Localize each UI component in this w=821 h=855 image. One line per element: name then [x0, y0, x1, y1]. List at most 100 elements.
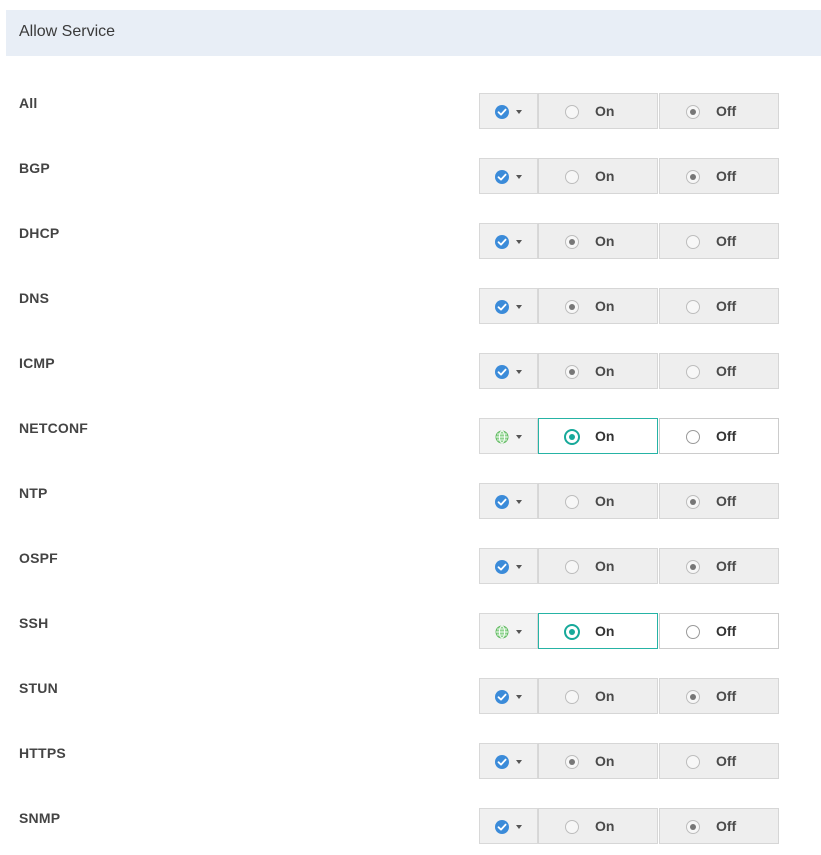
radio-button[interactable] — [686, 820, 700, 834]
scope-dropdown[interactable] — [479, 223, 538, 259]
chevron-down-icon — [516, 305, 522, 309]
service-row-dhcp: DHCP On Off — [0, 205, 821, 270]
radio-button[interactable] — [686, 690, 700, 704]
on-option[interactable]: On — [538, 678, 658, 714]
service-toggle-ssh: On Off — [479, 613, 779, 649]
radio-button[interactable] — [686, 170, 700, 184]
chevron-down-icon — [516, 370, 522, 374]
scope-dropdown[interactable] — [479, 613, 538, 649]
check-circle-icon — [495, 820, 509, 834]
on-option-label: On — [595, 168, 615, 184]
scope-dropdown[interactable] — [479, 548, 538, 584]
radio-button[interactable] — [686, 755, 700, 769]
off-option[interactable]: Off — [659, 548, 779, 584]
radio-button[interactable] — [564, 429, 580, 445]
service-toggle-stun: On Off — [479, 678, 779, 714]
section-title: Allow Service — [19, 23, 116, 40]
scope-dropdown[interactable] — [479, 678, 538, 714]
service-label: SSH — [19, 615, 49, 631]
on-option[interactable]: On — [538, 613, 658, 649]
chevron-down-icon — [516, 240, 522, 244]
on-option[interactable]: On — [538, 743, 658, 779]
service-toggle-netconf: On Off — [479, 418, 779, 454]
on-option[interactable]: On — [538, 483, 658, 519]
on-option-label: On — [595, 298, 615, 314]
off-option[interactable]: Off — [659, 678, 779, 714]
radio-button[interactable] — [686, 625, 700, 639]
off-option-label: Off — [716, 493, 737, 509]
radio-button[interactable] — [565, 300, 579, 314]
scope-dropdown[interactable] — [479, 743, 538, 779]
on-option[interactable]: On — [538, 158, 658, 194]
scope-dropdown[interactable] — [479, 288, 538, 324]
radio-button[interactable] — [686, 365, 700, 379]
on-option[interactable]: On — [538, 548, 658, 584]
on-option[interactable]: On — [538, 223, 658, 259]
radio-button[interactable] — [564, 624, 580, 640]
scope-dropdown[interactable] — [479, 353, 538, 389]
service-row-https: HTTPS On Off — [0, 725, 821, 790]
radio-button[interactable] — [686, 495, 700, 509]
chevron-down-icon — [516, 435, 522, 439]
section-header: Allow Service — [6, 10, 821, 56]
service-label: All — [19, 95, 38, 111]
on-option[interactable]: On — [538, 93, 658, 129]
on-option[interactable]: On — [538, 353, 658, 389]
radio-button[interactable] — [565, 690, 579, 704]
globe-icon — [495, 430, 509, 444]
on-option[interactable]: On — [538, 418, 658, 454]
service-label: NETCONF — [19, 420, 89, 436]
service-label: BGP — [19, 160, 50, 176]
scope-dropdown[interactable] — [479, 158, 538, 194]
service-label: SNMP — [19, 810, 61, 826]
globe-icon — [495, 625, 509, 639]
radio-button[interactable] — [686, 560, 700, 574]
scope-dropdown[interactable] — [479, 418, 538, 454]
chevron-down-icon — [516, 500, 522, 504]
off-option[interactable]: Off — [659, 353, 779, 389]
off-option[interactable]: Off — [659, 93, 779, 129]
radio-button[interactable] — [565, 235, 579, 249]
radio-button[interactable] — [565, 105, 579, 119]
service-toggle-https: On Off — [479, 743, 779, 779]
radio-button[interactable] — [565, 170, 579, 184]
radio-button[interactable] — [565, 495, 579, 509]
radio-button[interactable] — [565, 820, 579, 834]
off-option[interactable]: Off — [659, 288, 779, 324]
off-option[interactable]: Off — [659, 808, 779, 844]
on-option[interactable]: On — [538, 808, 658, 844]
off-option[interactable]: Off — [659, 483, 779, 519]
service-row-netconf: NETCONF On Off — [0, 400, 821, 465]
check-circle-icon — [495, 495, 509, 509]
radio-button[interactable] — [686, 300, 700, 314]
scope-dropdown[interactable] — [479, 93, 538, 129]
off-option-label: Off — [716, 688, 737, 704]
scope-dropdown[interactable] — [479, 808, 538, 844]
on-option-label: On — [595, 623, 615, 639]
off-option[interactable]: Off — [659, 743, 779, 779]
on-option-label: On — [595, 753, 615, 769]
radio-button[interactable] — [686, 430, 700, 444]
service-toggle-snmp: On Off — [479, 808, 779, 844]
service-toggle-dns: On Off — [479, 288, 779, 324]
off-option[interactable]: Off — [659, 613, 779, 649]
off-option[interactable]: Off — [659, 223, 779, 259]
on-option-label: On — [595, 233, 615, 249]
radio-button[interactable] — [565, 755, 579, 769]
on-option-label: On — [595, 103, 615, 119]
on-option[interactable]: On — [538, 288, 658, 324]
check-circle-icon — [495, 560, 509, 574]
radio-button[interactable] — [565, 560, 579, 574]
service-row-ntp: NTP On Off — [0, 465, 821, 530]
chevron-down-icon — [516, 630, 522, 634]
off-option-label: Off — [716, 558, 737, 574]
radio-button[interactable] — [565, 365, 579, 379]
radio-button[interactable] — [686, 105, 700, 119]
scope-dropdown[interactable] — [479, 483, 538, 519]
radio-button[interactable] — [686, 235, 700, 249]
service-toggle-icmp: On Off — [479, 353, 779, 389]
on-option-label: On — [595, 688, 615, 704]
off-option[interactable]: Off — [659, 158, 779, 194]
off-option[interactable]: Off — [659, 418, 779, 454]
on-option-label: On — [595, 363, 615, 379]
